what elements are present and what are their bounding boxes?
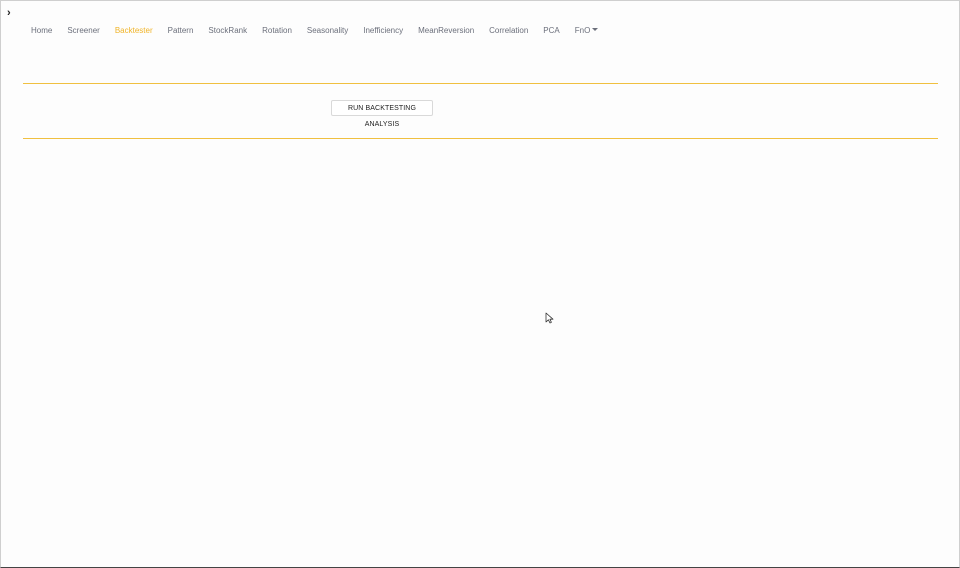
caret-down-icon xyxy=(592,27,599,31)
nav-meanreversion[interactable]: MeanReversion xyxy=(410,26,474,35)
top-navbar: Home Screener Backtester Pattern StockRa… xyxy=(23,21,613,39)
nav-backtester[interactable]: Backtester xyxy=(107,26,153,35)
nav-home[interactable]: Home xyxy=(23,26,52,35)
nav-fno-label: FnO xyxy=(574,25,591,35)
nav-fno-dropdown[interactable]: FnO xyxy=(567,26,599,35)
section-divider-bottom xyxy=(23,138,938,139)
nav-screener[interactable]: Screener xyxy=(59,26,99,35)
nav-pca[interactable]: PCA xyxy=(535,26,559,35)
nav-rotation[interactable]: Rotation xyxy=(254,26,292,35)
nav-stockrank[interactable]: StockRank xyxy=(200,26,247,35)
nav-correlation[interactable]: Correlation xyxy=(481,26,528,35)
run-backtesting-button[interactable]: RUN BACKTESTING ANALYSIS xyxy=(331,100,433,128)
nav-pattern[interactable]: Pattern xyxy=(160,26,194,35)
nav-inefficiency[interactable]: Inefficiency xyxy=(355,26,403,35)
mouse-pointer-icon xyxy=(545,312,554,324)
nav-seasonality[interactable]: Seasonality xyxy=(299,26,348,35)
section-divider-top xyxy=(23,83,938,84)
app-window: › Home Screener Backtester Pattern Stock… xyxy=(0,0,960,568)
sidebar-expand-icon[interactable]: › xyxy=(7,7,19,19)
